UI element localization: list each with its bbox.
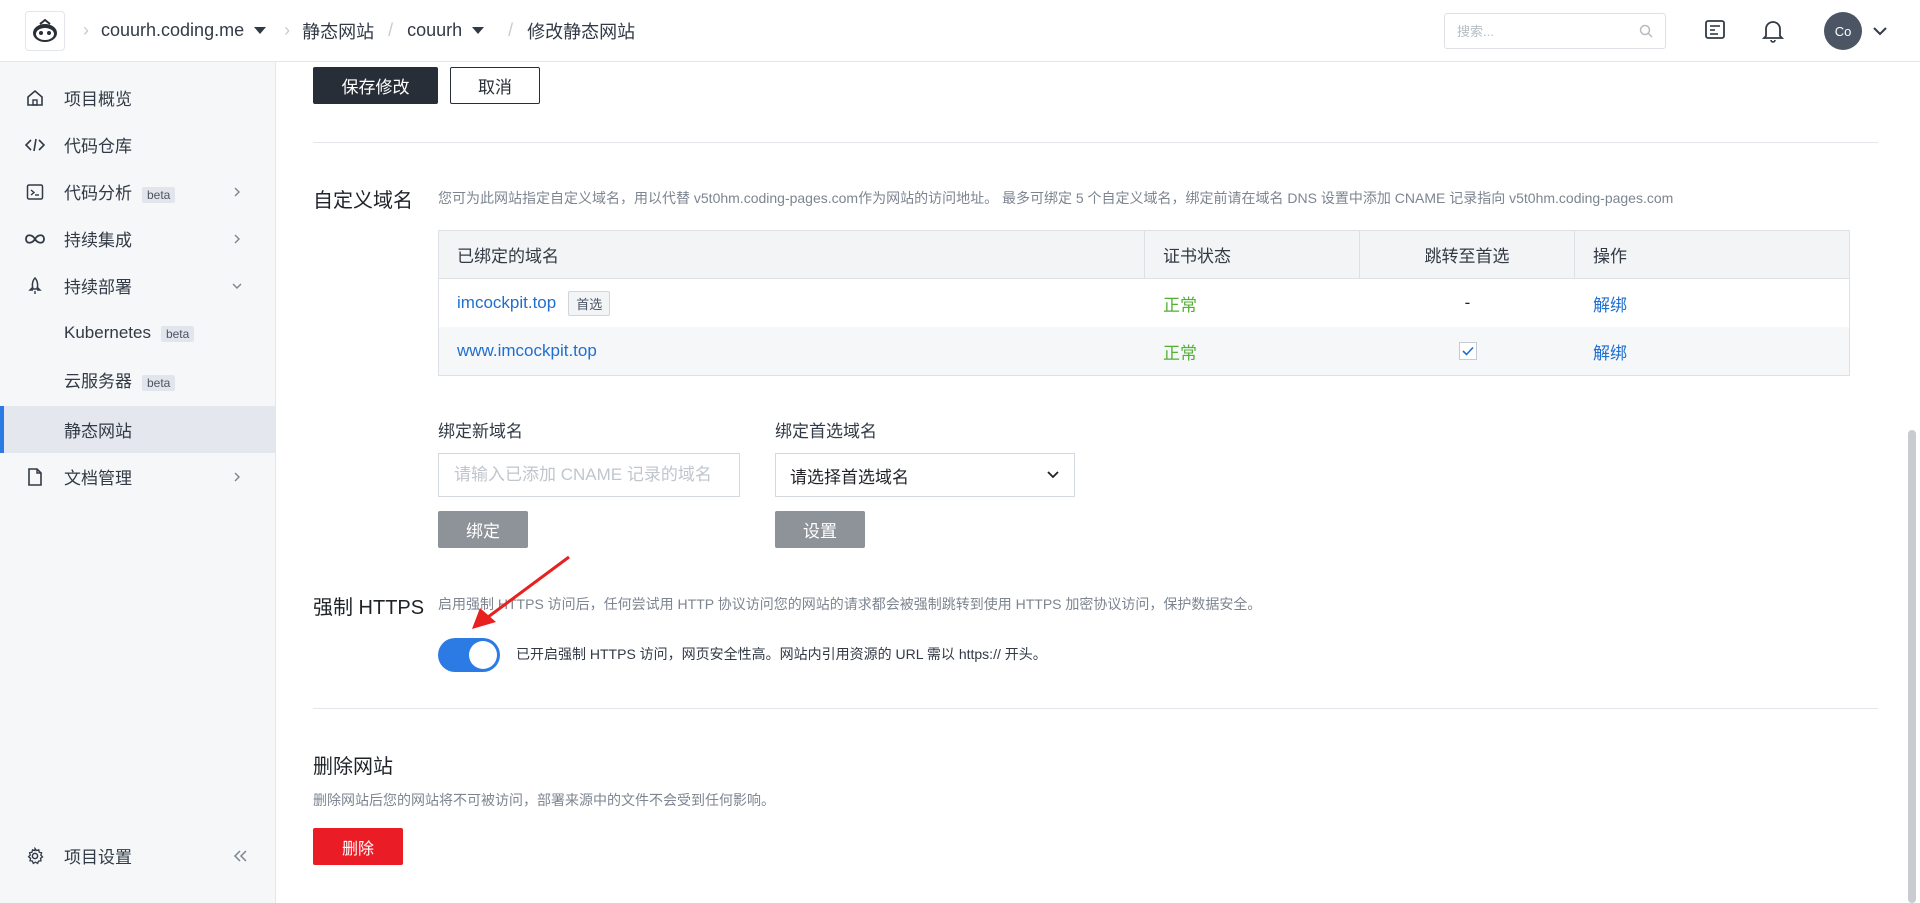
- unbind-link[interactable]: 解绑: [1593, 291, 1627, 316]
- bind-button[interactable]: 绑定: [438, 511, 528, 548]
- breadcrumb-separator: /: [508, 20, 514, 40]
- chevron-right-icon: ›: [83, 20, 89, 40]
- scrollbar[interactable]: [1908, 430, 1916, 903]
- sidebar-item-label: 持续部署: [64, 278, 132, 297]
- delete-button[interactable]: 删除: [313, 828, 403, 865]
- table-header-row: 已绑定的域名 证书状态 跳转至首选 操作: [439, 231, 1849, 279]
- preferred-domain-label: 绑定首选域名: [775, 422, 877, 441]
- sidebar-item-cd[interactable]: 持续部署: [0, 262, 275, 309]
- sidebar-item-label: 代码仓库: [64, 137, 132, 156]
- infinity-icon: [24, 228, 46, 250]
- breadcrumb-separator: /: [388, 20, 394, 40]
- bind-domain-input[interactable]: [454, 465, 724, 485]
- custom-domain-description: 您可为此网站指定自定义域名，用以代替 v5t0hm.coding-pages.c…: [438, 190, 1674, 206]
- code-icon: [24, 134, 46, 156]
- domain-table: 已绑定的域名 证书状态 跳转至首选 操作 imcockpit.top 首选 正常…: [438, 230, 1850, 376]
- cancel-button[interactable]: 取消: [450, 67, 540, 104]
- force-https-status-text: 已开启强制 HTTPS 访问，网页安全性高。网站内引用资源的 URL 需以 ht…: [516, 646, 1047, 662]
- redirect-checkbox[interactable]: [1458, 342, 1477, 360]
- sidebar: 项目概览 代码仓库 代码分析 beta 持续集成 持续部署 Kubernetes b…: [0, 62, 276, 903]
- sidebar-item-docs[interactable]: 文档管理: [0, 453, 275, 500]
- sidebar-item-label: 静态网站: [64, 422, 132, 441]
- sidebar-item-label: 项目概览: [64, 90, 132, 109]
- beta-badge: beta: [142, 187, 176, 203]
- cert-status: 正常: [1163, 343, 1197, 363]
- chevron-down-icon: [232, 283, 242, 289]
- divider: [313, 708, 1878, 709]
- sidebar-item-label: Kubernetes beta: [64, 323, 195, 343]
- sidebar-item-code-analysis[interactable]: 代码分析 beta: [0, 168, 275, 215]
- preferred-domain-select-value: 请选择首选域名: [790, 467, 909, 487]
- preferred-domain-select[interactable]: 请选择首选域名: [775, 453, 1075, 497]
- toggle-knob: [469, 641, 497, 669]
- document-icon: [24, 466, 46, 488]
- sidebar-item-label: 代码分析 beta: [64, 179, 176, 204]
- sidebar-item-overview[interactable]: 项目概览: [0, 74, 275, 121]
- table-row: www.imcockpit.top 正常 解绑: [439, 327, 1849, 375]
- sidebar-item-cloud-server[interactable]: 云服务器 beta: [0, 356, 275, 403]
- sidebar-item-kubernetes[interactable]: Kubernetes beta: [0, 309, 275, 356]
- beta-badge: beta: [160, 325, 195, 342]
- sidebar-item-code-repo[interactable]: 代码仓库: [0, 121, 275, 168]
- logo-icon: [33, 18, 57, 42]
- save-button[interactable]: 保存修改: [313, 67, 438, 104]
- chevron-down-icon: [1047, 471, 1059, 479]
- search-icon: [1639, 24, 1653, 38]
- avatar[interactable]: Co: [1824, 12, 1862, 50]
- sidebar-item-label: 持续集成: [64, 231, 132, 250]
- rocket-icon: [24, 275, 46, 297]
- cert-status: 正常: [1163, 295, 1197, 315]
- gear-icon: [24, 845, 46, 867]
- domain-link[interactable]: imcockpit.top: [457, 293, 556, 313]
- sidebar-item-label: 项目设置: [64, 848, 132, 867]
- bind-domain-label: 绑定新域名: [438, 422, 523, 441]
- delete-site-title: 删除网站: [313, 756, 393, 778]
- check-icon: [1461, 346, 1474, 356]
- column-header-action: 操作: [1593, 247, 1627, 266]
- annotation-arrow-icon: [472, 555, 570, 629]
- chevron-right-icon: [234, 187, 240, 196]
- search-input[interactable]: [1457, 23, 1627, 39]
- unbind-link[interactable]: 解绑: [1593, 339, 1627, 364]
- beta-badge: beta: [142, 375, 176, 391]
- delete-site-description: 删除网站后您的网站将不可被访问，部署来源中的文件不会受到任何影响。: [313, 792, 775, 808]
- caret-down-icon: [472, 27, 485, 34]
- breadcrumb-current-page: 修改静态网站: [527, 21, 636, 42]
- breadcrumb-team[interactable]: couurh.coding.me: [101, 20, 267, 41]
- collapse-sidebar-icon[interactable]: [232, 849, 248, 863]
- preferred-badge: 首选: [568, 290, 611, 316]
- breadcrumb-static-site[interactable]: 静态网站: [302, 18, 374, 44]
- sidebar-item-static-site[interactable]: 静态网站: [0, 406, 275, 453]
- search-box[interactable]: [1444, 13, 1666, 49]
- force-https-title: 强制 HTTPS: [313, 597, 425, 619]
- breadcrumb-project[interactable]: couurh: [407, 20, 485, 41]
- force-https-toggle[interactable]: [438, 638, 500, 672]
- coding-logo[interactable]: [25, 10, 65, 51]
- chevron-right-icon: [234, 234, 240, 243]
- set-preferred-button[interactable]: 设置: [775, 511, 865, 548]
- chevron-right-icon: [234, 472, 240, 481]
- chevron-right-icon: ›: [284, 20, 291, 40]
- sidebar-item-label: 文档管理: [64, 469, 132, 488]
- home-icon: [24, 87, 46, 109]
- custom-domain-title: 自定义域名: [313, 190, 413, 212]
- sidebar-item-ci[interactable]: 持续集成: [0, 215, 275, 262]
- bind-domain-field[interactable]: [438, 453, 740, 497]
- main-content: 保存修改 取消 自定义域名 您可为此网站指定自定义域名，用以代替 v5t0hm.…: [276, 62, 1920, 903]
- caret-down-icon: [254, 27, 267, 34]
- top-bar: › couurh.coding.me › 静态网站 / couurh / 修改静…: [0, 0, 1920, 62]
- sidebar-item-label: 云服务器 beta: [64, 367, 176, 392]
- column-header-cert-status: 证书状态: [1145, 231, 1360, 278]
- table-row: imcockpit.top 首选 正常 - 解绑: [439, 279, 1849, 327]
- redirect-value: -: [1464, 293, 1471, 312]
- column-header-redirect: 跳转至首选: [1360, 231, 1575, 278]
- terminal-icon: [24, 181, 46, 203]
- sidebar-item-project-settings[interactable]: 项目设置: [0, 832, 275, 879]
- divider: [313, 142, 1878, 143]
- domain-link[interactable]: www.imcockpit.top: [457, 341, 597, 361]
- column-header-domain: 已绑定的域名: [439, 231, 1145, 278]
- bell-icon[interactable]: [1762, 19, 1784, 43]
- notes-icon[interactable]: [1704, 19, 1726, 41]
- chevron-down-icon[interactable]: [1872, 25, 1888, 37]
